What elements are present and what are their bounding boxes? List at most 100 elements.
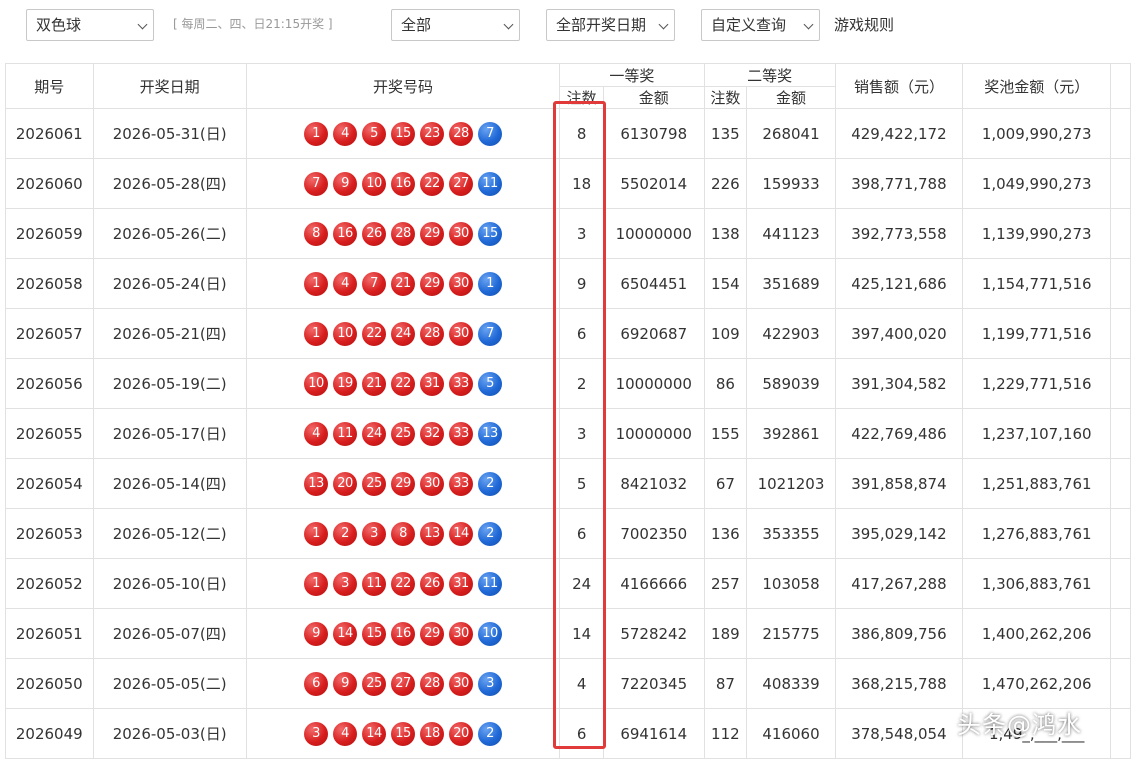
second-prize-bets-cell: 135 [703,108,748,159]
overflow-cell [1110,358,1131,409]
date-cell: 2026-05-05(二) [92,658,247,709]
sales-cell: 429,422,172 [834,108,964,159]
draw-results-table: 期号 开奖日期 开奖号码 一等奖 二等奖 销售额（元） 奖池金额（元） 注数 金… [5,63,1131,759]
numbers-cell: 1 4 5 15 23 28 7 [245,108,561,159]
red-ball: 30 [449,271,473,296]
game-rules-link[interactable]: 游戏规则 [834,14,894,35]
red-ball: 1 [304,521,328,546]
issue-cell: 2026061 [5,108,94,159]
sales-cell: 397,400,020 [834,308,964,359]
second-prize-bets-cell: 154 [703,258,748,309]
issue-cell: 2026059 [5,208,94,259]
date-cell: 2026-05-28(四) [92,158,247,209]
issue-cell: 2026052 [5,558,94,609]
red-ball: 1 [304,271,328,296]
sales-cell: 391,858,874 [834,458,964,509]
custom-query-select[interactable]: 自定义查询 [701,9,820,41]
header-first-prize: 一等奖 [559,63,705,87]
first-prize-amount-cell: 4166666 [603,558,705,609]
blue-ball: 15 [478,221,502,246]
table-row: 2026055 2026-05-17(日) 4 11 24 25 32 33 13 3 100000… [5,408,1131,459]
issue-cell: 2026051 [5,608,94,659]
second-prize-bets-cell: 189 [703,608,748,659]
range-select[interactable]: 全部 [391,9,520,41]
red-ball: 20 [333,471,357,496]
ball-group: 4 11 24 25 32 33 13 [247,421,559,446]
pool-cell: 1,276,883,761 [962,508,1112,559]
red-ball: 9 [333,171,357,196]
pool-cell: 1,251,883,761 [962,458,1112,509]
issue-cell: 2026050 [5,658,94,709]
pool-cell: 1,009,990,273 [962,108,1112,159]
red-ball: 4 [333,121,357,146]
issue-cell: 2026055 [5,408,94,459]
red-ball: 1 [304,571,328,596]
blue-ball: 5 [478,371,502,396]
filter-toolbar: 双色球 [ 每周二、四、日21:15开奖 ] 全部 全部开奖日期 自定义查询 游… [0,0,1131,60]
date-cell: 2026-05-12(二) [92,508,247,559]
game-select-value: 双色球 [36,16,82,34]
red-ball: 21 [391,271,415,296]
red-ball: 28 [420,671,444,696]
second-prize-amount-cell: 268041 [746,108,836,159]
pool-cell: 1,229,771,516 [962,358,1112,409]
sales-cell: 398,771,788 [834,158,964,209]
overflow-cell [1110,108,1131,159]
red-ball: 13 [420,521,444,546]
second-prize-bets-cell: 136 [703,508,748,559]
red-ball: 29 [391,471,415,496]
date-select[interactable]: 全部开奖日期 [546,9,675,41]
sales-cell: 425,121,686 [834,258,964,309]
sales-cell: 378,548,054 [834,708,964,759]
numbers-cell: 4 11 24 25 32 33 13 [245,408,561,459]
second-prize-amount-cell: 441123 [746,208,836,259]
second-prize-bets-cell: 86 [703,358,748,409]
blue-ball: 7 [478,321,502,346]
ball-group: 1 4 7 21 29 30 1 [247,271,559,296]
overflow-cell [1110,508,1131,559]
red-ball: 27 [449,171,473,196]
issue-cell: 2026053 [5,508,94,559]
pool-cell: 1,306,883,761 [962,558,1112,609]
second-prize-amount-cell: 422903 [746,308,836,359]
first-prize-amount-cell: 10000000 [603,358,705,409]
red-ball: 7 [362,271,386,296]
blue-ball: 10 [478,621,502,646]
red-ball: 10 [304,371,328,396]
first-prize-amount-cell: 5502014 [603,158,705,209]
numbers-cell: 1 4 7 21 29 30 1 [245,258,561,309]
red-ball: 4 [333,271,357,296]
red-ball: 9 [304,621,328,646]
second-prize-amount-cell: 392861 [746,408,836,459]
table-row: 2026054 2026-05-14(四) 13 20 25 29 30 33 2 5 842103… [5,458,1131,509]
second-prize-amount-cell: 1021203 [746,458,836,509]
game-select[interactable]: 双色球 [26,9,154,41]
second-prize-amount-cell: 103058 [746,558,836,609]
second-prize-bets-cell: 226 [703,158,748,209]
pool-cell: 1,237,107,160 [962,408,1112,459]
blue-ball: 2 [478,471,502,496]
pool-cell: 1,139,990,273 [962,208,1112,259]
ball-group: 6 9 25 27 28 30 3 [247,671,559,696]
red-ball: 30 [449,671,473,696]
ball-group: 7 9 10 16 22 27 11 [247,171,559,196]
sales-cell: 422,769,486 [834,408,964,459]
header-date: 开奖日期 [92,63,247,109]
date-cell: 2026-05-19(二) [92,358,247,409]
second-prize-amount-cell: 589039 [746,358,836,409]
chevron-down-icon [658,19,669,30]
first-prize-amount-cell: 6130798 [603,108,705,159]
chevron-down-icon [137,19,148,30]
red-ball: 16 [333,221,357,246]
red-ball: 32 [420,421,444,446]
pool-cell: 1,154,771,516 [962,258,1112,309]
date-cell: 2026-05-03(日) [92,708,247,759]
first-prize-bets-cell: 14 [559,608,604,659]
blue-ball: 11 [478,171,502,196]
date-cell: 2026-05-24(日) [92,258,247,309]
overflow-cell [1110,158,1131,209]
ball-group: 1 2 3 8 13 14 2 [247,521,559,546]
first-prize-bets-cell: 6 [559,708,604,759]
header-second-prize: 二等奖 [703,63,836,87]
red-ball: 33 [449,421,473,446]
